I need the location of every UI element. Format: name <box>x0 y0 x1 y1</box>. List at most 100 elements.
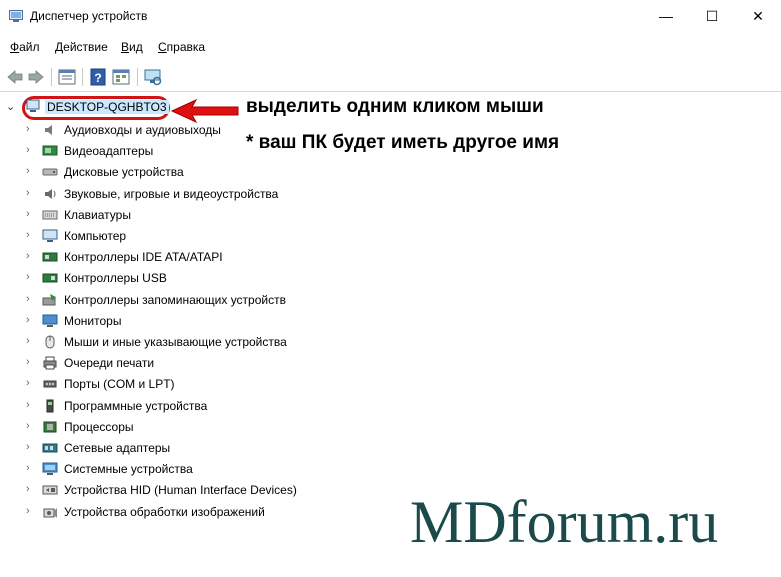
tree-item-label: Устройства HID (Human Interface Devices) <box>64 483 297 498</box>
chevron-down-icon[interactable]: ⌄ <box>6 100 15 113</box>
chevron-right-icon[interactable]: › <box>26 335 30 347</box>
view-icon[interactable] <box>110 66 132 88</box>
watermark: MDforum.ru <box>410 489 719 555</box>
tree-item[interactable]: › Устройства обработки изображений <box>0 502 330 523</box>
tree-item[interactable]: › Сетевые адаптеры <box>0 438 330 459</box>
computer-name: DESKTOP-QGHBTO3 <box>45 100 169 114</box>
tree-item[interactable]: › Системные устройства <box>0 459 330 480</box>
tree-item-label: Процессоры <box>64 419 134 434</box>
chevron-right-icon[interactable]: › <box>26 293 30 305</box>
annotation-note: * ваш ПК будет иметь другое имя <box>246 132 560 153</box>
tree-item-label: Видеоадаптеры <box>64 144 154 159</box>
tree-item[interactable]: › Устройства HID (Human Interface Devices… <box>0 480 330 501</box>
close-button[interactable]: ✕ <box>735 0 781 32</box>
tree-item[interactable]: › Контроллеры IDE ATA/ATAPI <box>0 247 330 268</box>
tree-item-label: Порты (COM и LPT) <box>64 377 175 392</box>
title-bar: Диспетчер устройств — ☐ ✕ <box>0 0 781 34</box>
printer-icon <box>43 356 57 370</box>
tree-item-label: Компьютер <box>64 229 127 243</box>
chevron-right-icon[interactable]: › <box>26 229 30 241</box>
toolbar: ? <box>0 62 781 92</box>
chevron-right-icon[interactable]: › <box>26 314 30 326</box>
tree-item[interactable]: › Очереди печати <box>0 353 330 374</box>
chevron-right-icon[interactable]: › <box>26 356 30 368</box>
chevron-right-icon[interactable]: › <box>26 377 30 389</box>
tree-item-label: Дисковые устройства <box>64 165 184 180</box>
red-arrow-icon <box>170 98 239 124</box>
minimize-button[interactable]: — <box>643 0 689 32</box>
tree-item[interactable]: › Клавиатуры <box>0 205 330 226</box>
chevron-right-icon[interactable]: › <box>26 462 30 474</box>
back-arrow-icon[interactable] <box>4 66 26 88</box>
tree-item[interactable]: › Процессоры <box>0 417 330 438</box>
tree-item[interactable]: › Контроллеры запоминающих устройств <box>0 290 330 311</box>
device-manager-icon <box>9 10 23 22</box>
chevron-right-icon[interactable]: › <box>26 208 30 220</box>
chevron-right-icon[interactable]: › <box>26 483 30 495</box>
display-adapter-icon <box>42 145 58 156</box>
menu-action[interactable]: Действие <box>55 40 108 54</box>
menu-view[interactable]: Вид <box>121 40 143 54</box>
mouse-icon <box>45 335 55 349</box>
help-icon[interactable]: ? <box>87 66 109 88</box>
tree-item-label: Устройства обработки изображений <box>64 504 265 519</box>
toolbar-separator <box>82 68 83 86</box>
tree-item[interactable]: › Контроллеры USB <box>0 268 330 289</box>
tree-item-label: Контроллеры USB <box>64 271 167 286</box>
maximize-button[interactable]: ☐ <box>689 0 735 32</box>
tree-item-label: Клавиатуры <box>64 207 131 222</box>
svg-text:?: ? <box>94 71 101 85</box>
forward-arrow-icon[interactable] <box>25 66 47 88</box>
tree-item[interactable]: › Мониторы <box>0 311 330 332</box>
processor-icon <box>43 421 57 433</box>
tree-item-label: Системные устройства <box>64 462 193 477</box>
ide-controller-icon <box>42 252 58 262</box>
tree-item[interactable]: › Дисковые устройства <box>0 162 330 183</box>
computer-icon <box>42 229 58 242</box>
tree-item-label: Контроллеры IDE ATA/ATAPI <box>64 250 223 265</box>
menu-file[interactable]: Файл <box>10 40 40 54</box>
chevron-right-icon[interactable]: › <box>26 187 30 199</box>
keyboard-icon <box>42 210 58 220</box>
chevron-right-icon[interactable]: › <box>26 505 30 517</box>
tree-item-label: Программные устройства <box>64 398 208 413</box>
toolbar-separator <box>51 68 52 86</box>
chevron-right-icon[interactable]: › <box>26 165 30 177</box>
chevron-right-icon[interactable]: › <box>26 441 30 453</box>
hid-icon <box>42 485 58 495</box>
tree-item-label: Аудиовходы и аудиовыходы <box>64 123 221 137</box>
tree-item-label: Мыши и иные указывающие устройства <box>64 335 287 349</box>
tree-item[interactable]: › Мыши и иные указывающие устройства <box>0 332 330 353</box>
chevron-right-icon[interactable]: › <box>26 271 30 283</box>
audio-icon <box>45 125 52 135</box>
scan-hardware-icon[interactable] <box>142 66 164 88</box>
tree-item[interactable]: › Порты (COM и LPT) <box>0 374 330 395</box>
chevron-right-icon[interactable]: › <box>26 420 30 432</box>
system-device-icon <box>42 462 58 476</box>
tree-item-label: Очереди печати <box>64 356 155 371</box>
tree-item[interactable]: › Программные устройства <box>0 396 330 417</box>
tree-item-label: Звуковые, игровые и видеоустройства <box>64 186 279 201</box>
properties-icon[interactable] <box>56 66 78 88</box>
tree-item[interactable]: › Звуковые, игровые и видеоустройства <box>0 184 330 205</box>
network-adapter-icon <box>42 443 58 453</box>
chevron-right-icon[interactable]: › <box>26 399 30 411</box>
monitor-icon <box>42 314 58 327</box>
chevron-right-icon[interactable]: › <box>26 250 30 262</box>
menu-help[interactable]: Справка <box>158 40 205 54</box>
menu-bar: Файл Действие Вид Справка <box>0 37 781 57</box>
software-device-icon <box>46 399 54 413</box>
sound-icon <box>45 188 56 199</box>
annotation-instruction: выделить одним кликом мыши <box>246 96 544 117</box>
port-icon <box>43 380 57 388</box>
tree-item-label: Контроллеры запоминающих устройств <box>64 292 286 307</box>
tree-item-label: Мониторы <box>64 313 122 328</box>
tree-item[interactable]: › Компьютер <box>0 226 330 247</box>
window-title: Диспетчер устройств <box>30 9 148 23</box>
chevron-right-icon[interactable]: › <box>26 144 30 156</box>
computer-icon <box>26 99 40 112</box>
usb-icon <box>42 273 58 283</box>
toolbar-separator <box>137 68 138 86</box>
disk-icon <box>42 168 58 176</box>
chevron-right-icon[interactable]: › <box>26 123 30 135</box>
